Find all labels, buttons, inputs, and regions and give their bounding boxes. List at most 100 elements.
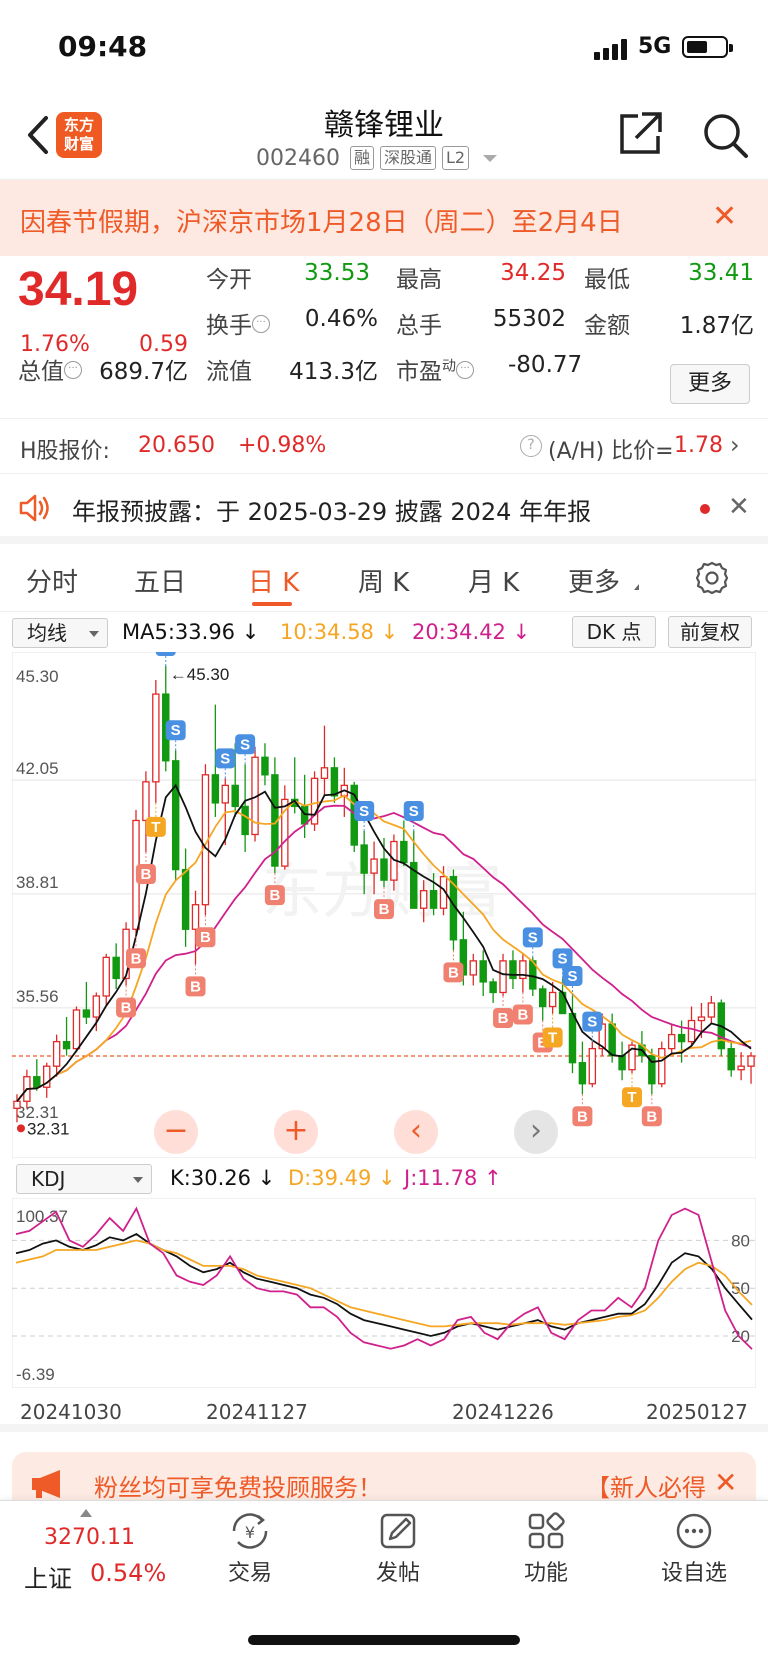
- gear-icon[interactable]: [694, 560, 730, 596]
- quote-panel: 34.19 1.76% 0.59 今开 33.53 最高 34.25 最低 33…: [0, 256, 768, 416]
- pe-label[interactable]: 市盈动 ···: [396, 352, 474, 386]
- candle-body: [747, 1055, 755, 1067]
- dk-point-button[interactable]: DK 点: [572, 616, 656, 648]
- candle-body: [687, 1019, 696, 1043]
- y-tick-label: 35.56: [16, 987, 59, 1006]
- zoom-out-button[interactable]: −: [154, 1110, 198, 1154]
- turnover-label[interactable]: 换手 ···: [206, 306, 270, 340]
- nav-post[interactable]: 发帖: [348, 1511, 448, 1587]
- share-icon[interactable]: [616, 110, 664, 158]
- nav-add-watchlist[interactable]: 设自选: [644, 1511, 744, 1587]
- period-tabs: 分时 五日 日 K 周 K 月 K 更多: [0, 552, 768, 612]
- caret-up-icon[interactable]: [80, 1509, 92, 1517]
- tab-more[interactable]: 更多: [568, 562, 620, 599]
- mktcap-label[interactable]: 总值 ···: [18, 352, 82, 386]
- info-icon[interactable]: ···: [456, 361, 474, 379]
- chevron-right-icon[interactable]: ›: [730, 431, 740, 459]
- stock-header: 东方 财富 赣锋锂业 002460 融 深股通 L2: [0, 92, 768, 180]
- ma-legend-row: 均线 MA5:33.96 ↓ 10:34.58 ↓ 20:34.42 ↓ DK …: [0, 612, 768, 652]
- holiday-notice[interactable]: 因春节假期，沪深京市场1月28日（周二）至2月4日 ✕: [0, 180, 768, 256]
- last-price: 34.19: [18, 263, 139, 316]
- tag-level2: L2: [442, 146, 470, 170]
- tab-monthly-k[interactable]: 月 K: [468, 562, 519, 599]
- scroll-right-button[interactable]: ›: [514, 1110, 558, 1154]
- stock-code-row[interactable]: 002460 融 深股通 L2: [256, 144, 498, 172]
- index-change[interactable]: 0.54%: [90, 1559, 166, 1587]
- index-value[interactable]: 3270.11: [44, 1525, 135, 1550]
- signal-label: S: [240, 736, 250, 753]
- nav-functions[interactable]: 功能: [496, 1511, 596, 1587]
- h-share-change: +0.98%: [238, 433, 327, 458]
- indicator-select-main[interactable]: 均线: [12, 618, 108, 648]
- kdj-ref-label: 80: [731, 1231, 750, 1250]
- megaphone-icon: [32, 1470, 60, 1498]
- volume-value: 55302: [492, 306, 566, 332]
- ah-ratio-label: (A/H) 比价=: [548, 439, 674, 464]
- open-value: 33.53: [304, 260, 370, 286]
- kdj-chart[interactable]: 805020100.37-6.39: [12, 1198, 756, 1388]
- low-label: 最低: [584, 267, 630, 293]
- tab-daily-k[interactable]: 日 K: [248, 562, 299, 599]
- tab-five-day[interactable]: 五日: [134, 562, 186, 599]
- adjust-button[interactable]: 前复权: [668, 616, 752, 648]
- h-share-price: 20.650: [138, 433, 215, 458]
- close-icon[interactable]: ✕: [714, 1466, 737, 1499]
- candle-body: [300, 805, 309, 825]
- candle-body: [181, 868, 190, 930]
- indicator-select-sub[interactable]: KDJ: [16, 1164, 152, 1194]
- kdj-k-value: K:30.26 ↓: [170, 1166, 276, 1190]
- candle-body: [429, 890, 438, 909]
- promo-link[interactable]: 【新人必得: [586, 1468, 706, 1503]
- signal-label: B: [131, 950, 142, 967]
- network-type: 5G: [638, 34, 672, 59]
- info-icon[interactable]: ···: [252, 315, 270, 333]
- more-button[interactable]: 更多: [670, 364, 750, 404]
- date-axis: 20241030 20241127 20241226 20250127: [0, 1392, 768, 1432]
- candle-body: [707, 1002, 716, 1018]
- tab-intraday[interactable]: 分时: [26, 562, 78, 599]
- nav-trade[interactable]: ¥ 交易: [200, 1511, 300, 1587]
- candle: [310, 771, 319, 831]
- signal-label: S: [558, 950, 568, 967]
- candlestick-chart[interactable]: 45.3042.0538.8135.5632.31东方财富BBBTSSBBSSB…: [12, 652, 756, 1158]
- index-name[interactable]: 上证: [24, 1559, 72, 1594]
- signal-label: S: [171, 722, 181, 739]
- volume-label: 总手: [396, 313, 442, 339]
- candle-body: [489, 981, 497, 994]
- signal-label: S: [161, 652, 171, 655]
- speaker-icon: [19, 494, 49, 522]
- active-tab-indicator: [252, 602, 292, 606]
- amount-label: 金额: [584, 313, 630, 339]
- announcement-bar[interactable]: 年报预披露：于 2025-03-29 披露 2024 年年报 ✕: [0, 474, 768, 544]
- pe-label-text: 市盈: [396, 359, 442, 385]
- caret-down-icon: [89, 631, 99, 637]
- candle-body: [538, 988, 547, 1008]
- candle: [588, 1041, 597, 1088]
- signal-label: T: [151, 819, 160, 836]
- tab-weekly-k[interactable]: 周 K: [358, 562, 409, 599]
- notice-text: 因春节假期，沪深京市场1月28日（周二）至2月4日: [20, 208, 623, 238]
- date-label: 20241030: [20, 1400, 122, 1424]
- kdj-max-label: 100.37: [16, 1207, 68, 1226]
- scroll-left-button[interactable]: ‹: [394, 1110, 438, 1154]
- candle-body: [221, 784, 230, 804]
- help-icon[interactable]: ?: [520, 435, 542, 457]
- close-icon[interactable]: ✕: [728, 492, 750, 522]
- date-label: 20241127: [206, 1400, 308, 1424]
- search-icon[interactable]: [700, 110, 750, 160]
- candle-body: [52, 1040, 61, 1067]
- turnover-label-text: 换手: [206, 313, 252, 339]
- nav-add-watchlist-label: 设自选: [660, 1561, 727, 1586]
- signal-label: S: [567, 968, 577, 985]
- candle-body: [102, 956, 110, 997]
- info-icon[interactable]: ···: [64, 361, 82, 379]
- date-label: 20241226: [452, 1400, 554, 1424]
- y-tick-label: 38.81: [16, 873, 59, 892]
- promo-text: 粉丝均可享免费投顾服务！: [94, 1474, 382, 1502]
- turnover-value: 0.46%: [304, 306, 378, 332]
- zoom-in-button[interactable]: +: [274, 1110, 318, 1154]
- close-icon[interactable]: ✕: [712, 202, 737, 232]
- h-share-row[interactable]: H股报价: 20.650 +0.98% ? (A/H) 比价= 1.78 ›: [0, 418, 768, 474]
- status-bar: 09:48 5G: [0, 0, 768, 92]
- candle-body: [152, 693, 160, 783]
